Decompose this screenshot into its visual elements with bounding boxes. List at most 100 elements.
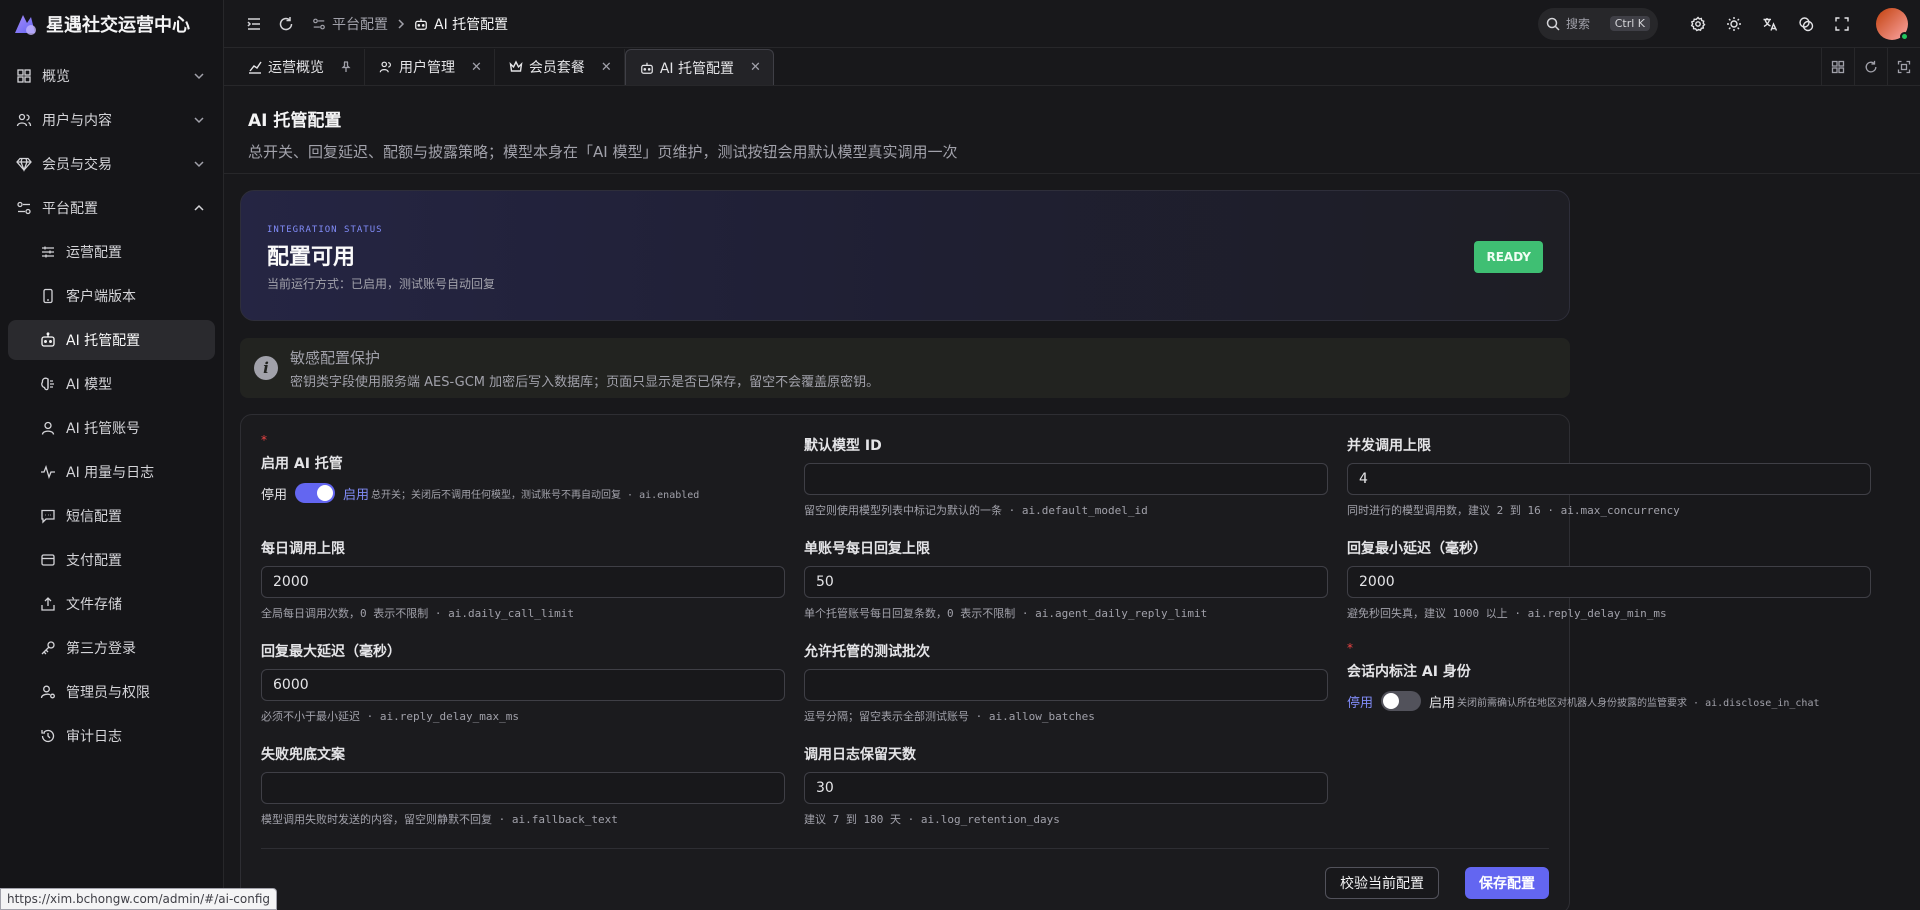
users-icon — [16, 112, 32, 128]
toggle-knob — [1383, 693, 1400, 709]
field-hint: 必须不小于最小延迟 · ai.reply_delay_max_ms — [261, 710, 519, 723]
sidebar-item-audit-log[interactable]: 审计日志 — [8, 716, 215, 756]
field-label: 失败兜底文案 — [261, 747, 345, 763]
sidebar-item-label: 概览 — [42, 69, 70, 85]
sidebar-item-sms[interactable]: 短信配置 — [8, 496, 215, 536]
tab-label: 用户管理 — [399, 60, 455, 76]
sidebar-item-ai-config[interactable]: AI 托管配置 — [8, 320, 215, 360]
sidebar-item-overview[interactable]: 概览 — [8, 56, 215, 96]
delay-max-input[interactable]: 6000 — [261, 669, 785, 701]
avatar[interactable] — [1876, 7, 1909, 41]
breadcrumb-item-platform-config[interactable]: 平台配置 — [312, 14, 388, 34]
sidebar-item-ops-config[interactable]: 运营配置 — [8, 232, 215, 272]
field-hint: 模型调用失败时发送的内容，留空则静默不回复 · ai.fallback_text — [261, 813, 618, 826]
chevron-up-icon — [193, 202, 205, 214]
chevron-down-icon — [193, 114, 205, 126]
sidebar-item-label: AI 托管配置 — [66, 333, 141, 349]
disclose-toggle[interactable] — [1381, 691, 1422, 711]
save-config-button[interactable]: 保存配置 — [1465, 867, 1549, 899]
sidebar-item-label: 第三方登录 — [66, 641, 136, 657]
sidebar-item-label: 文件存储 — [66, 597, 122, 613]
field-hint: 建议 7 到 180 天 · ai.log_retention_days — [804, 813, 1060, 826]
retention-input[interactable]: 30 — [804, 772, 1328, 804]
sidebar-item-oauth[interactable]: 第三方登录 — [8, 628, 215, 668]
sidebar-item-ai-accounts[interactable]: AI 托管账号 — [8, 408, 215, 448]
wallet-icon — [40, 552, 56, 568]
field-label: 启用 AI 托管 — [261, 456, 343, 472]
validate-config-button[interactable]: 校验当前配置 — [1325, 867, 1439, 899]
breadcrumb-label: AI 托管配置 — [434, 16, 509, 33]
agent-limit-input[interactable]: 50 — [804, 566, 1328, 598]
required-mark: * — [261, 433, 267, 447]
field-label: 每日调用上限 — [261, 541, 345, 557]
field-allow-batches: 允许托管的测试批次 逗号分隔；留空表示全部测试账号 · ai.allow_bat… — [804, 641, 1328, 724]
tabs-menu-button[interactable] — [1821, 48, 1854, 86]
ai-config-form: * 启用 AI 托管 停用 启用 总开关；关闭后不调用任何模型，测试账号不再自动… — [240, 414, 1871, 910]
sidebar-item-ai-model[interactable]: AI 模型 — [8, 364, 215, 404]
sidebar-item-client-version[interactable]: 客户端版本 — [8, 276, 215, 316]
refresh-button[interactable] — [270, 8, 302, 40]
tab-membership-plans[interactable]: 会员套餐 ✕ — [495, 49, 625, 85]
enabled-switch-row: 停用 启用 总开关；关闭后不调用任何模型，测试账号不再自动回复 · ai.ena… — [261, 483, 785, 503]
message-icon — [40, 508, 56, 524]
user-cog-icon — [40, 684, 56, 700]
activity-icon — [40, 464, 56, 480]
delay-min-input[interactable]: 2000 — [1347, 566, 1871, 598]
tab-label: AI 托管配置 — [659, 60, 734, 77]
tab-label: 会员套餐 — [528, 60, 585, 76]
logo-icon — [12, 11, 38, 37]
tab-user-management[interactable]: 用户管理 ✕ — [365, 49, 495, 85]
default-model-input[interactable] — [804, 463, 1328, 495]
field-delay-max: 回复最大延迟（毫秒） 6000 必须不小于最小延迟 · ai.reply_del… — [261, 641, 785, 724]
sidebar-item-users-content[interactable]: 用户与内容 — [8, 100, 215, 140]
language-button[interactable] — [1754, 8, 1786, 40]
tab-refresh-button[interactable] — [1854, 48, 1887, 86]
fallback-text-input[interactable] — [261, 772, 785, 804]
field-hint: 逗号分隔；留空表示全部测试账号 · ai.allow_batches — [804, 710, 1095, 723]
settings-button[interactable] — [1682, 8, 1714, 40]
top-header: 平台配置 AI 托管配置 搜索 Ctrl K — [224, 0, 1920, 48]
concurrency-input[interactable]: 4 — [1347, 463, 1871, 495]
theme-toggle-button[interactable] — [1718, 8, 1750, 40]
sidebar-item-admins[interactable]: 管理员与权限 — [8, 672, 215, 712]
status-bar-url: https://xim.bchongw.com/admin/#/ai-confi… — [0, 888, 278, 910]
online-status-dot — [1900, 31, 1909, 41]
ai-enabled-toggle[interactable] — [295, 483, 336, 503]
tab-ai-config[interactable]: AI 托管配置 ✕ — [624, 49, 774, 85]
diamond-icon — [16, 156, 32, 172]
daily-limit-input[interactable]: 2000 — [261, 566, 785, 598]
refresh-icon — [1864, 60, 1878, 74]
field-label: 回复最大延迟（毫秒） — [261, 644, 401, 660]
switch-off-label: 停用 — [1347, 695, 1374, 711]
tab-ops-overview[interactable]: 运营概览 — [234, 49, 365, 85]
brand[interactable]: 星遇社交运营中心 — [0, 0, 223, 48]
field-label: 调用日志保留天数 — [804, 747, 916, 763]
menu-toggle-button[interactable] — [238, 8, 270, 40]
close-icon[interactable]: ✕ — [471, 60, 482, 75]
sidebar-item-membership[interactable]: 会员与交易 — [8, 144, 215, 184]
phone-icon — [40, 288, 56, 304]
breadcrumb: 平台配置 AI 托管配置 — [312, 14, 508, 34]
sidebar-item-label: AI 托管账号 — [66, 421, 141, 437]
fullscreen-button[interactable] — [1826, 8, 1858, 40]
switch-off-label: 停用 — [261, 487, 288, 503]
required-mark: * — [1347, 641, 1353, 655]
tab-maximize-button[interactable] — [1887, 48, 1920, 86]
sidebar-item-label: 支付配置 — [66, 553, 122, 569]
sidebar-item-payment[interactable]: 支付配置 — [8, 540, 215, 580]
gear-icon — [1690, 15, 1706, 32]
sidebar-item-ai-usage[interactable]: AI 用量与日志 — [8, 452, 215, 492]
field-hint: 总开关；关闭后不调用任何模型，测试账号不再自动回复 · ai.enabled — [371, 489, 700, 501]
brain-icon — [40, 376, 56, 392]
sidebar-item-storage[interactable]: 文件存储 — [8, 584, 215, 624]
color-theme-button[interactable] — [1790, 8, 1822, 40]
pin-icon[interactable] — [340, 61, 352, 73]
close-icon[interactable]: ✕ — [601, 60, 612, 75]
sidebar-item-label: AI 用量与日志 — [66, 465, 155, 481]
search-button[interactable]: 搜索 Ctrl K — [1538, 7, 1658, 40]
sidebar-item-platform-config[interactable]: 平台配置 — [8, 188, 215, 228]
close-icon[interactable]: ✕ — [750, 60, 761, 75]
form-divider — [261, 848, 1549, 849]
allow-batches-input[interactable] — [804, 669, 1328, 701]
sidebar-item-label: 管理员与权限 — [66, 685, 150, 701]
